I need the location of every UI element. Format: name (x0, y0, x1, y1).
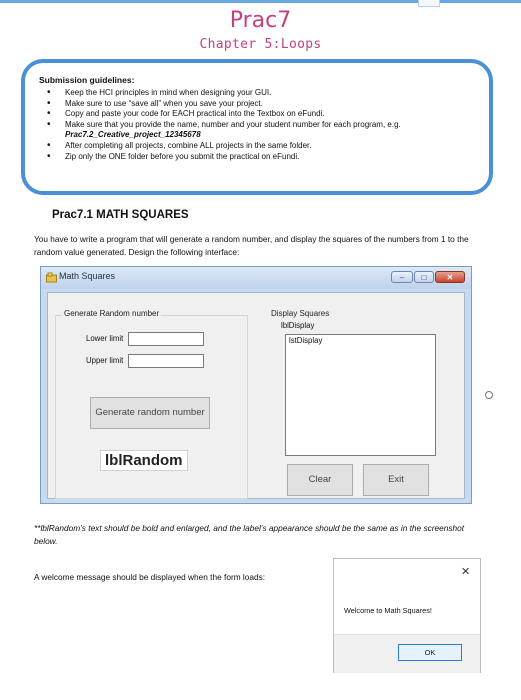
guideline-item: After completing all projects, combine A… (39, 141, 469, 152)
section-heading: Prac7.1 MATH SQUARES (52, 209, 189, 221)
guideline-item: Zip only the ONE folder before you submi… (39, 152, 469, 163)
page-title: Prac7 (229, 8, 292, 33)
guideline-item: Copy and paste your code for EACH practi… (39, 109, 469, 120)
lower-limit-label: Lower limit (86, 334, 124, 343)
guideline-item: Make sure to use “save all” when you sav… (39, 99, 469, 110)
math-squares-window: Math Squares – □ ✕ Generate Random numbe… (40, 266, 472, 504)
form-client-area: Generate Random number Lower limit Upper… (47, 292, 465, 499)
lbl-display-label: lblDisplay (281, 321, 315, 330)
window-titlebar: Math Squares – □ ✕ (41, 267, 471, 289)
lst-display-listbox[interactable]: lstDisplay (285, 334, 436, 456)
guideline-item: Make sure that you provide the name, num… (39, 120, 469, 141)
welcome-message-box: ✕ Welcome to Math Squares! OK (333, 558, 481, 673)
welcome-message-text: Welcome to Math Squares! (344, 606, 432, 615)
lower-limit-input[interactable] (128, 332, 204, 346)
lst-display-item: lstDisplay (289, 336, 323, 345)
section-description: You have to write a program that will ge… (34, 234, 469, 257)
maximize-button[interactable]: □ (414, 271, 434, 283)
close-button[interactable]: ✕ (435, 271, 465, 283)
display-group-title: Display Squares (269, 309, 332, 318)
exit-button[interactable]: Exit (363, 464, 429, 496)
page-subtitle: Chapter 5:Loops (199, 37, 322, 52)
clear-button[interactable]: Clear (287, 464, 353, 496)
top-border (0, 0, 521, 3)
example-project-name: Prac7.2_Creative_project_12345678 (65, 130, 201, 140)
welcome-instruction: A welcome message should be displayed wh… (34, 572, 266, 582)
generate-random-group: Generate Random number Lower limit Upper… (55, 309, 248, 499)
window-title: Math Squares (59, 271, 116, 281)
guidelines-list: Keep the HCI principles in mind when des… (39, 88, 469, 162)
upper-limit-label: Upper limit (86, 356, 124, 365)
guideline-item: Keep the HCI principles in mind when des… (39, 88, 469, 99)
upper-limit-input[interactable] (128, 354, 204, 368)
guidelines-heading: Submission guidelines: (39, 75, 135, 85)
generate-random-button[interactable]: Generate random number (90, 397, 210, 429)
generate-group-title: Generate Random number (62, 309, 162, 318)
app-icon (46, 272, 57, 283)
top-tab-marker (418, 0, 440, 7)
submission-guidelines-box: Submission guidelines: Keep the HCI prin… (21, 59, 493, 195)
ok-button[interactable]: OK (398, 644, 462, 661)
close-icon[interactable]: ✕ (461, 565, 470, 578)
lbl-random-label: lblRandom (100, 450, 188, 471)
minimize-button[interactable]: – (391, 271, 413, 283)
message-box-footer: OK (334, 634, 480, 673)
display-squares-group: Display Squares lblDisplay lstDisplay Cl… (264, 309, 457, 499)
lblrandom-note: **lblRandom’s text should be bold and en… (34, 523, 465, 546)
page-margin-handle[interactable] (485, 391, 493, 399)
